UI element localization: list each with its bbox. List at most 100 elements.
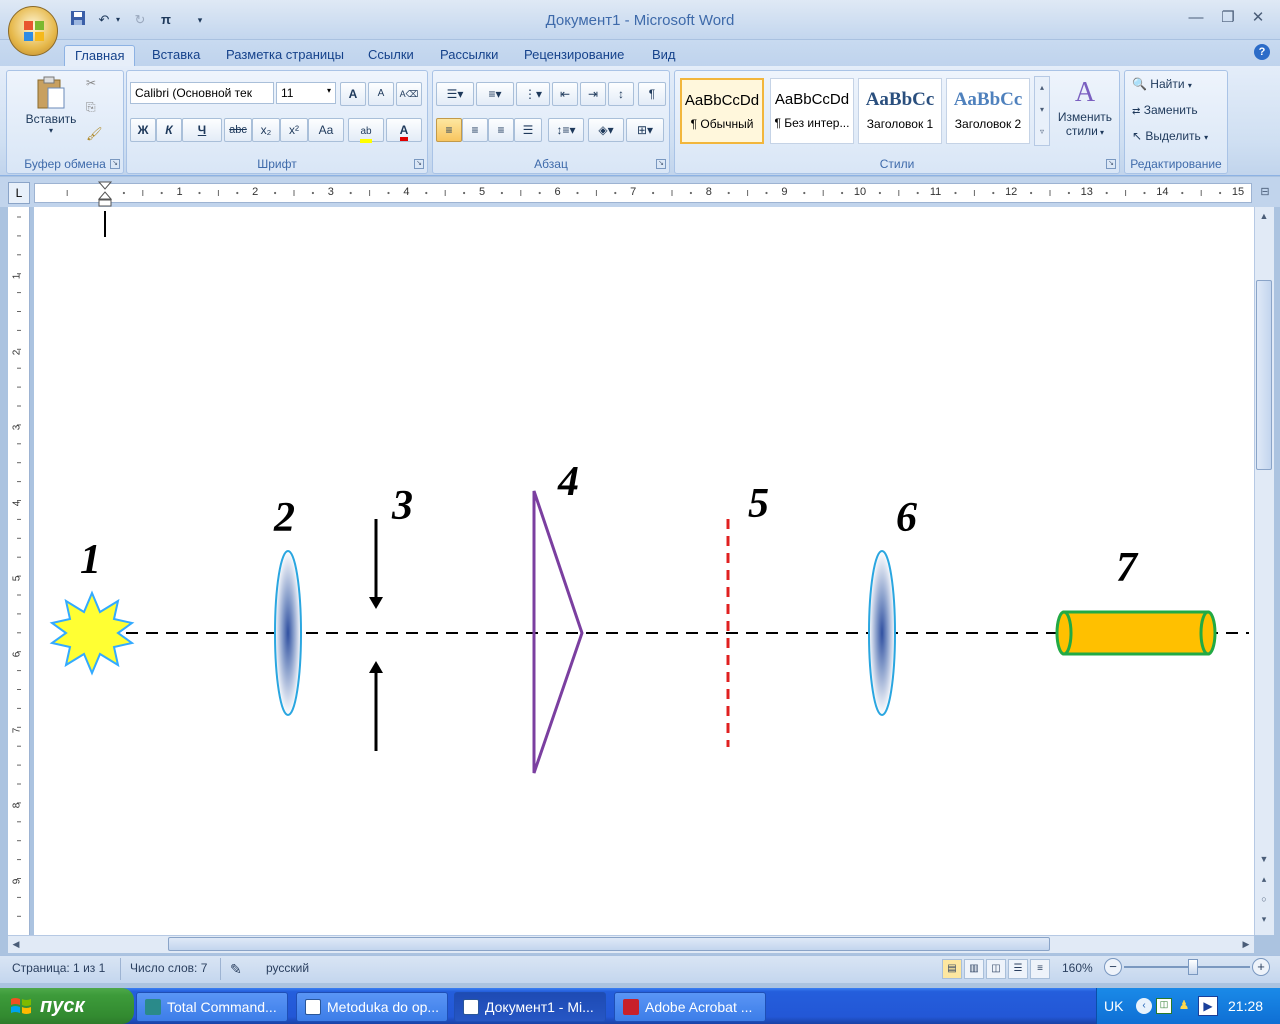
line-spacing-button[interactable]: ↕≡▾ xyxy=(548,118,584,142)
format-painter-icon[interactable]: 🖌 xyxy=(86,126,103,142)
font-name-dropdown[interactable]: Calibri (Основной тек xyxy=(130,82,274,104)
zoom-out-button[interactable]: − xyxy=(1104,958,1122,976)
input-language-indicator[interactable]: UK xyxy=(1104,998,1123,1014)
minimize-button[interactable]: — xyxy=(1184,8,1208,28)
zoom-slider-track[interactable] xyxy=(1124,966,1250,968)
align-center-button[interactable]: ≡ xyxy=(462,118,488,142)
word-count[interactable]: Число слов: 7 xyxy=(130,961,207,975)
outline-view-button[interactable]: ☰ xyxy=(1008,959,1028,979)
font-color-button[interactable]: A xyxy=(386,118,422,142)
highlight-button[interactable]: ab xyxy=(348,118,384,143)
grow-font-button[interactable]: A xyxy=(340,82,366,106)
style-normal[interactable]: AaBbCcDd ¶ Обычный xyxy=(680,78,764,144)
scroll-down-icon[interactable]: ▼ xyxy=(1256,852,1272,866)
tab-references[interactable]: Ссылки xyxy=(358,45,424,66)
view-ruler-icon[interactable]: ⊟ xyxy=(1258,185,1272,201)
align-left-button[interactable]: ≡ xyxy=(436,118,462,142)
tab-page-layout[interactable]: Разметка страницы xyxy=(216,45,354,66)
tab-mailings[interactable]: Рассылки xyxy=(430,45,508,66)
zoom-level[interactable]: 160% xyxy=(1062,961,1093,975)
cut-icon[interactable]: ✂ xyxy=(86,76,102,92)
office-button[interactable] xyxy=(8,6,58,56)
replace-button[interactable]: ⇄ Заменить xyxy=(1132,100,1198,120)
taskbar-item-metoduka[interactable]: Metoduka do op... xyxy=(296,992,448,1022)
select-browse-object-icon[interactable]: ○ xyxy=(1256,892,1272,906)
copy-icon[interactable]: ⎘ xyxy=(86,100,102,116)
tab-insert[interactable]: Вставка xyxy=(142,45,210,66)
font-launcher-icon[interactable]: ↘ xyxy=(414,159,424,169)
taskbar-item-document1[interactable]: Документ1 - Mi... xyxy=(454,992,606,1022)
restore-button[interactable]: ❐ xyxy=(1216,8,1240,28)
zoom-slider-thumb[interactable] xyxy=(1188,959,1198,975)
web-layout-view-button[interactable]: ◫ xyxy=(986,959,1006,979)
tray-collapse-icon[interactable]: ‹ xyxy=(1136,998,1152,1014)
tray-app-icon[interactable]: ◫ xyxy=(1156,998,1172,1014)
scroll-right-icon[interactable]: ▶ xyxy=(1238,937,1254,951)
underline-button[interactable]: Ч xyxy=(182,118,222,142)
decrease-indent-button[interactable]: ⇤ xyxy=(552,82,578,106)
tab-selector[interactable]: L xyxy=(8,182,30,204)
taskbar-item-acrobat[interactable]: Adobe Acrobat ... xyxy=(614,992,766,1022)
scroll-left-icon[interactable]: ◀ xyxy=(8,937,24,951)
styles-gallery-scroll[interactable]: ▴ ▾ ▿ xyxy=(1034,76,1050,146)
tab-review[interactable]: Рецензирование xyxy=(514,45,634,66)
previous-page-icon[interactable]: ▴ xyxy=(1256,872,1272,886)
language-indicator[interactable]: русский xyxy=(266,961,309,975)
horizontal-scroll-thumb[interactable] xyxy=(168,937,1050,951)
print-layout-view-button[interactable]: ▤ xyxy=(942,959,962,979)
font-size-dropdown[interactable]: 11 ▾ xyxy=(276,82,336,104)
scroll-up-icon[interactable]: ▲ xyxy=(1256,209,1272,223)
horizontal-ruler[interactable] xyxy=(34,183,1252,203)
paste-button[interactable]: Вставить ▾ xyxy=(20,76,82,148)
style-heading-1[interactable]: AaBbCc Заголовок 1 xyxy=(858,78,942,144)
clear-formatting-button[interactable]: A⌫ xyxy=(396,82,422,106)
borders-button[interactable]: ⊞▾ xyxy=(626,118,664,142)
show-marks-button[interactable]: ¶ xyxy=(638,82,666,106)
full-screen-reading-view-button[interactable]: ▥ xyxy=(964,959,984,979)
vertical-ruler-ticks xyxy=(17,216,21,917)
change-styles-icon: A xyxy=(1074,77,1096,108)
ruler-number: 2 xyxy=(252,186,259,198)
document-page[interactable]: 1 2 3 4 5 6 7 xyxy=(34,207,1254,935)
taskbar-item-total-commander[interactable]: Total Command... xyxy=(136,992,288,1022)
align-right-button[interactable]: ≡ xyxy=(488,118,514,142)
vertical-scroll-thumb[interactable] xyxy=(1256,280,1272,470)
zoom-in-button[interactable]: + xyxy=(1252,958,1270,976)
strikethrough-button[interactable]: abc xyxy=(224,118,252,142)
change-styles-button[interactable]: A Изменить стили ▾ xyxy=(1054,76,1116,152)
numbering-button[interactable]: ≡▾ xyxy=(476,82,514,106)
subscript-button[interactable]: x₂ xyxy=(252,118,280,142)
select-button[interactable]: ↖ Выделить ▾ xyxy=(1132,126,1208,146)
clock[interactable]: 21:28 xyxy=(1228,998,1263,1014)
shading-button[interactable]: ◈▾ xyxy=(588,118,624,142)
draft-view-button[interactable]: ≡ xyxy=(1030,959,1050,979)
increase-indent-button[interactable]: ⇥ xyxy=(580,82,606,106)
justify-button[interactable]: ☰ xyxy=(514,118,542,142)
ruler-dot xyxy=(425,191,428,195)
tab-view[interactable]: Вид xyxy=(642,45,686,66)
close-button[interactable]: ✕ xyxy=(1246,8,1270,28)
tray-network-icon[interactable]: ♟ xyxy=(1176,998,1192,1014)
superscript-button[interactable]: x² xyxy=(280,118,308,142)
vertical-ruler[interactable] xyxy=(8,207,30,935)
clipboard-launcher-icon[interactable]: ↘ xyxy=(110,159,120,169)
bold-button[interactable]: Ж xyxy=(130,118,156,142)
sort-button[interactable]: ↕ xyxy=(608,82,634,106)
paragraph-launcher-icon[interactable]: ↘ xyxy=(656,159,666,169)
find-button[interactable]: 🔍 Найти ▾ xyxy=(1132,74,1192,94)
tab-home[interactable]: Главная xyxy=(64,45,136,66)
spelling-check-icon[interactable]: ✎ xyxy=(230,961,242,978)
change-case-button[interactable]: Aa xyxy=(308,118,344,142)
page-count[interactable]: Страница: 1 из 1 xyxy=(12,961,105,975)
indent-marker[interactable] xyxy=(97,181,113,207)
help-icon[interactable]: ? xyxy=(1254,44,1270,60)
shrink-font-button[interactable]: A xyxy=(368,82,394,106)
multilevel-list-button[interactable]: ⋮▾ xyxy=(516,82,550,106)
tray-media-icon[interactable]: ▶ xyxy=(1198,996,1218,1016)
bullets-button[interactable]: ☰▾ xyxy=(436,82,474,106)
styles-launcher-icon[interactable]: ↘ xyxy=(1106,159,1116,169)
style-no-spacing[interactable]: AaBbCcDd ¶ Без интер... xyxy=(770,78,854,144)
italic-button[interactable]: К xyxy=(156,118,182,142)
next-page-icon[interactable]: ▾ xyxy=(1256,912,1272,926)
style-heading-2[interactable]: AaBbCc Заголовок 2 xyxy=(946,78,1030,144)
